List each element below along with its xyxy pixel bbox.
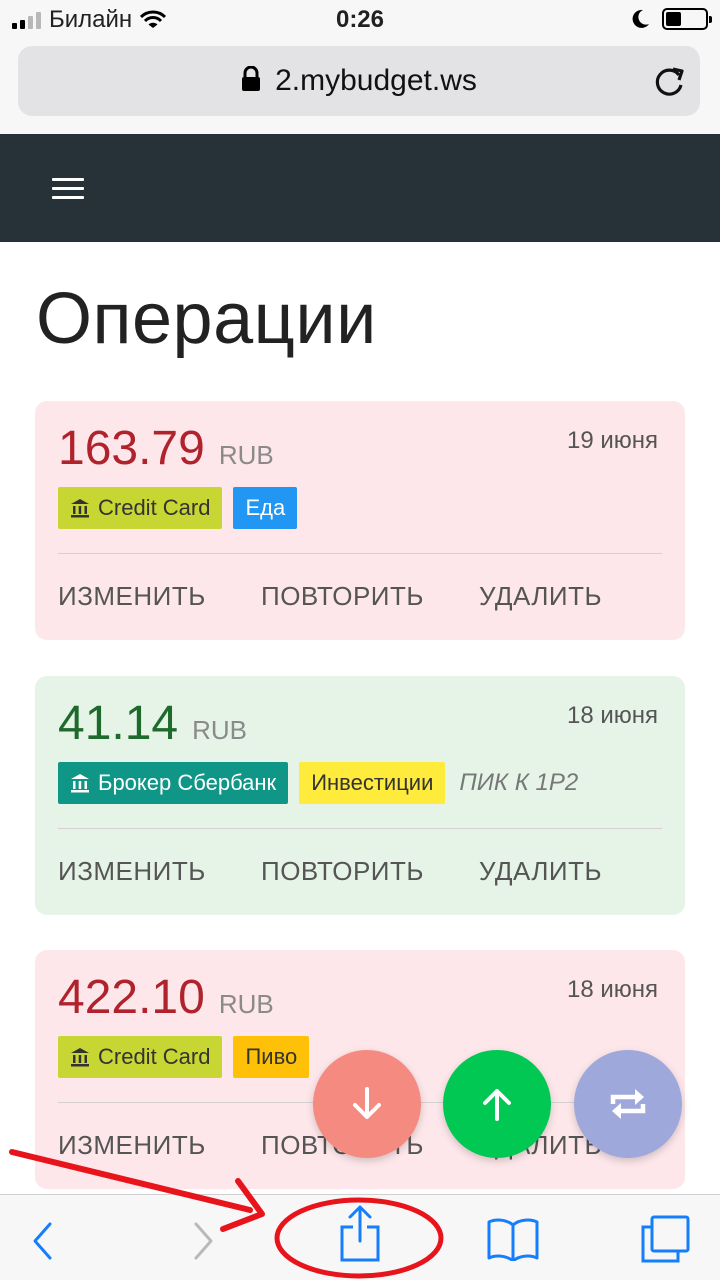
operation-currency: RUB — [218, 440, 274, 470]
account-tag: Credit Card — [58, 1036, 223, 1078]
operation-currency: RUB — [192, 715, 248, 745]
add-transfer-button[interactable] — [574, 1050, 682, 1158]
account-tag: Credit Card — [58, 487, 223, 529]
operation-amount: 422.10 — [58, 971, 205, 1024]
browser-toolbar — [0, 1194, 720, 1280]
card-actions: ИЗМЕНИТЬ ПОВТОРИТЬ УДАЛИТЬ — [58, 581, 602, 612]
operation-amount: 41.14 — [58, 697, 179, 750]
url-display[interactable]: 2.mybudget.ws — [18, 64, 700, 98]
screen: Билайн 0:26 2.mybudget.ws Операции 163.7… — [0, 0, 720, 1280]
edit-button[interactable]: ИЗМЕНИТЬ — [58, 856, 261, 887]
app-navbar — [0, 134, 720, 242]
repeat-button[interactable]: ПОВТОРИТЬ — [261, 856, 479, 887]
tabs-icon[interactable] — [640, 1215, 690, 1263]
repeat-button[interactable]: ПОВТОРИТЬ — [261, 581, 479, 612]
operation-currency: RUB — [218, 989, 274, 1019]
moon-icon — [632, 9, 649, 28]
card-divider — [58, 828, 662, 829]
bookmarks-icon[interactable] — [486, 1217, 540, 1261]
menu-icon[interactable] — [52, 178, 84, 200]
add-income-button[interactable] — [443, 1050, 551, 1158]
operation-tags: Credit Card Еда — [58, 487, 298, 529]
back-icon[interactable] — [30, 1221, 54, 1261]
lock-icon — [242, 66, 261, 91]
bank-icon — [71, 774, 89, 793]
address-bar[interactable]: 2.mybudget.ws — [18, 46, 700, 116]
status-time: 0:26 — [335, 6, 385, 33]
operation-amount: 163.79 — [58, 422, 205, 475]
transfer-icon — [610, 1089, 646, 1119]
operation-date: 19 июня — [566, 427, 658, 454]
account-tag: Брокер Сбербанк — [58, 762, 289, 804]
battery-icon — [662, 8, 712, 30]
browser-address-area: 2.mybudget.ws — [0, 40, 720, 134]
edit-button[interactable]: ИЗМЕНИТЬ — [58, 1130, 261, 1161]
status-bar: Билайн 0:26 — [0, 0, 720, 40]
delete-button[interactable]: УДАЛИТЬ — [479, 856, 602, 887]
status-right — [632, 8, 712, 30]
account-label: Credit Card — [98, 1044, 211, 1069]
delete-button[interactable]: УДАЛИТЬ — [479, 581, 602, 612]
operation-date: 18 июня — [566, 702, 658, 729]
bank-icon — [71, 1048, 89, 1067]
page-title: Операции — [36, 279, 377, 359]
operation-card: 163.79 RUB 19 июня Credit Card Еда ИЗМЕНИ… — [35, 401, 685, 640]
arrow-up-icon — [483, 1089, 511, 1121]
operation-date: 18 июня — [566, 976, 658, 1003]
operation-card: 41.14 RUB 18 июня Брокер Сбербанк Инвести… — [35, 676, 685, 915]
operation-tags: Credit Card Пиво — [58, 1036, 310, 1078]
url-text: 2.mybudget.ws — [275, 64, 477, 97]
category-tag: Еда — [233, 487, 298, 529]
forward-icon[interactable] — [192, 1221, 216, 1261]
operation-tags: Брокер Сбербанк Инвестиции ПИК К 1Р2 — [58, 762, 578, 804]
add-expense-button[interactable] — [313, 1050, 421, 1158]
operation-note: ПИК К 1Р2 — [459, 769, 579, 796]
reload-icon[interactable] — [652, 63, 686, 99]
category-tag: Пиво — [233, 1036, 310, 1078]
card-actions: ИЗМЕНИТЬ ПОВТОРИТЬ УДАЛИТЬ — [58, 856, 602, 887]
account-label: Брокер Сбербанк — [98, 770, 277, 795]
category-tag: Инвестиции — [299, 762, 446, 804]
edit-button[interactable]: ИЗМЕНИТЬ — [58, 581, 261, 612]
share-icon[interactable] — [338, 1203, 382, 1263]
card-divider — [58, 553, 662, 554]
arrow-down-icon — [353, 1087, 381, 1119]
account-label: Credit Card — [98, 495, 211, 520]
bank-icon — [71, 499, 89, 518]
